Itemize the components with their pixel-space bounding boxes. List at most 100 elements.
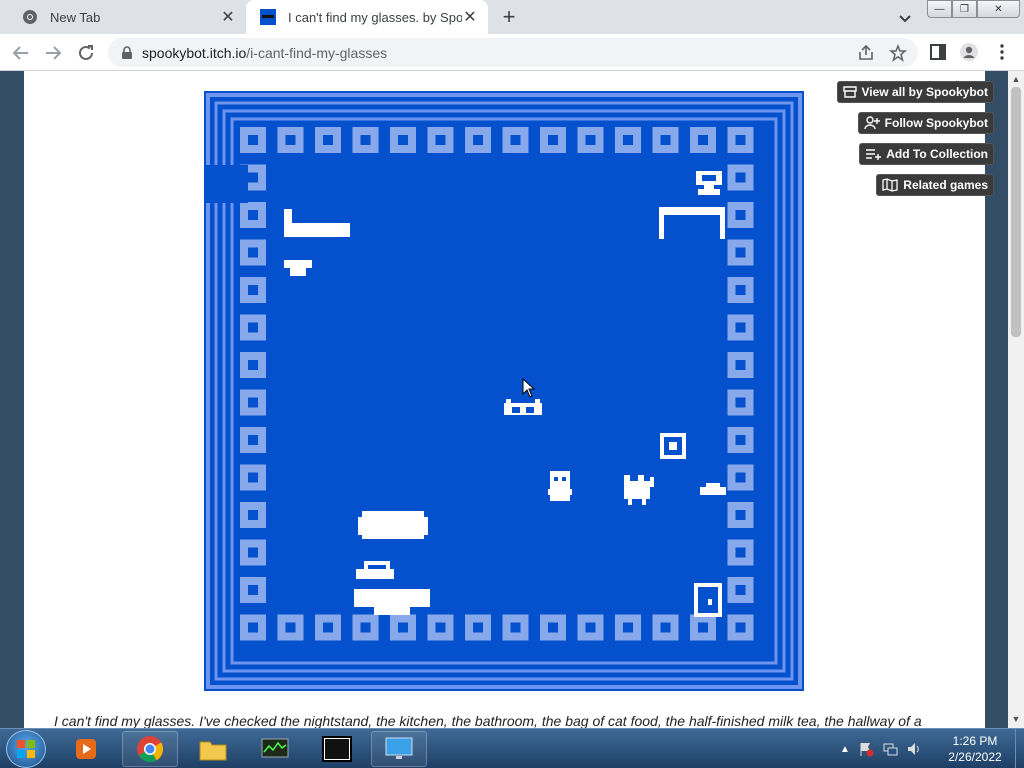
close-window-button[interactable]: ✕ (977, 0, 1020, 18)
wall-tile-center (435, 135, 446, 145)
cat-ear-left (624, 475, 630, 483)
address-bar[interactable]: spookybot.itch.io/i-cant-find-my-glasses (108, 38, 918, 67)
scrollbar-thumb[interactable] (1011, 87, 1021, 337)
taskbar-clock[interactable]: 1:26 PM 2/26/2022 (940, 733, 1010, 765)
url-path: /i-cant-find-my-glasses (246, 44, 388, 61)
wall-tile-center (248, 172, 258, 183)
tab-game-page[interactable]: I can't find my glasses. by Spookybot ✕ (246, 0, 488, 34)
taskbar-remote-desktop[interactable] (371, 731, 427, 767)
wall-tile-center (248, 135, 258, 145)
maximize-button[interactable]: ❐ (952, 0, 977, 18)
player-arm (568, 489, 572, 495)
view-all-button[interactable]: View all by Spookybot (836, 81, 994, 103)
game-canvas[interactable] (204, 91, 804, 691)
player-eye-right (562, 477, 566, 481)
add-to-collection-label: Add To Collection (886, 147, 988, 161)
profile-avatar-icon[interactable] (959, 42, 979, 62)
taskbar-file-explorer[interactable] (185, 731, 241, 767)
cat-body (624, 481, 650, 499)
related-games-button[interactable]: Related games (876, 174, 994, 196)
bookmark-star-icon[interactable] (889, 44, 907, 62)
wall-tile-center (548, 135, 558, 145)
player-arm (548, 489, 552, 495)
taskbar-chrome[interactable] (122, 731, 178, 767)
taskbar-7zip[interactable] (309, 731, 365, 767)
game-description: I can't find my glasses. I've checked th… (54, 713, 922, 728)
more-menu-icon[interactable] (992, 42, 1012, 62)
volume-icon[interactable] (906, 741, 922, 757)
windows-taskbar: ▲ 1:26 PM 2/26/2022 (0, 728, 1024, 768)
wall-tile-center (323, 622, 333, 633)
glasses-arm-right (535, 399, 540, 403)
side-buttons: View all by Spookybot Follow Spookybot A… (836, 81, 994, 196)
reload-icon[interactable] (75, 42, 97, 64)
desk-top (659, 207, 725, 215)
wall-tile-center (585, 135, 596, 145)
action-center-flag-icon[interactable] (858, 741, 874, 757)
map-icon (882, 178, 898, 192)
wall-tile-center (735, 622, 746, 633)
start-button[interactable] (6, 730, 46, 768)
computer-screen (702, 175, 716, 181)
side-panel-icon[interactable] (928, 42, 948, 62)
add-collection-icon (866, 149, 882, 160)
scroll-up-icon[interactable]: ▲ (1011, 74, 1021, 84)
sofa-arm-right (422, 517, 428, 535)
wall-tile-center (660, 622, 671, 633)
wall-tile-center (585, 622, 596, 633)
file-explorer-icon (199, 741, 227, 761)
bathtub-base (374, 607, 410, 615)
forward-arrow-icon[interactable] (42, 42, 64, 64)
close-tab-icon[interactable]: ✕ (462, 9, 478, 26)
wall-tile-center (735, 285, 746, 295)
taskbar-media-player[interactable] (58, 731, 114, 767)
remote-desktop-icon (385, 737, 413, 759)
wall-tile-center (735, 247, 746, 258)
wall-tile-center (735, 397, 746, 408)
network-icon[interactable] (882, 741, 898, 757)
tab-title: New Tab (50, 9, 101, 25)
wall-tile-center (473, 622, 483, 633)
computer-base (698, 189, 720, 195)
minimize-button[interactable]: — (927, 0, 952, 18)
wall-tile-center (248, 360, 258, 370)
desk-leg-right (720, 215, 725, 239)
wall-tile-center (248, 435, 258, 445)
chrome-icon (23, 10, 37, 24)
nightstand-leg (290, 268, 306, 276)
wall-tile-center (248, 472, 258, 483)
page-scrollbar[interactable]: ▲ ▼ (1008, 71, 1024, 728)
wall-tile-center (735, 172, 746, 183)
chevron-down-icon[interactable] (895, 8, 915, 28)
share-icon[interactable] (857, 44, 875, 62)
new-tab-button[interactable]: + (498, 6, 520, 29)
tab-new-tab[interactable]: New Tab ✕ (8, 0, 246, 34)
system-tray: ▲ (840, 729, 922, 768)
wall-tile-center (248, 622, 258, 633)
wall-tile-center (623, 135, 633, 145)
follow-user-icon (863, 116, 880, 130)
wall-tile-center (510, 135, 521, 145)
table-base (356, 569, 394, 579)
wall-tile-center (660, 135, 671, 145)
back-arrow-icon[interactable] (10, 42, 32, 64)
wall-tile-center (735, 210, 746, 220)
add-to-collection-button[interactable]: Add To Collection (859, 143, 994, 165)
scroll-down-icon[interactable]: ▼ (1011, 714, 1021, 724)
computer-stand (704, 185, 714, 189)
show-desktop-button[interactable] (1015, 729, 1024, 768)
follow-button[interactable]: Follow Spookybot (857, 112, 994, 134)
cat-ear-right (638, 475, 644, 483)
wall-tile-center (735, 585, 746, 595)
cat-tail (650, 477, 654, 487)
wall-tile-center (248, 247, 258, 258)
lock-icon (122, 45, 132, 59)
wall-tile-center (360, 135, 371, 145)
close-tab-icon[interactable]: ✕ (220, 9, 236, 26)
taskbar-task-manager[interactable] (247, 731, 303, 767)
cat-leg (628, 497, 632, 505)
tray-expand-icon[interactable]: ▲ (840, 744, 850, 755)
wall-tile-center (473, 135, 483, 145)
wall-tile-center (735, 435, 746, 445)
wall-tile-center (285, 622, 296, 633)
